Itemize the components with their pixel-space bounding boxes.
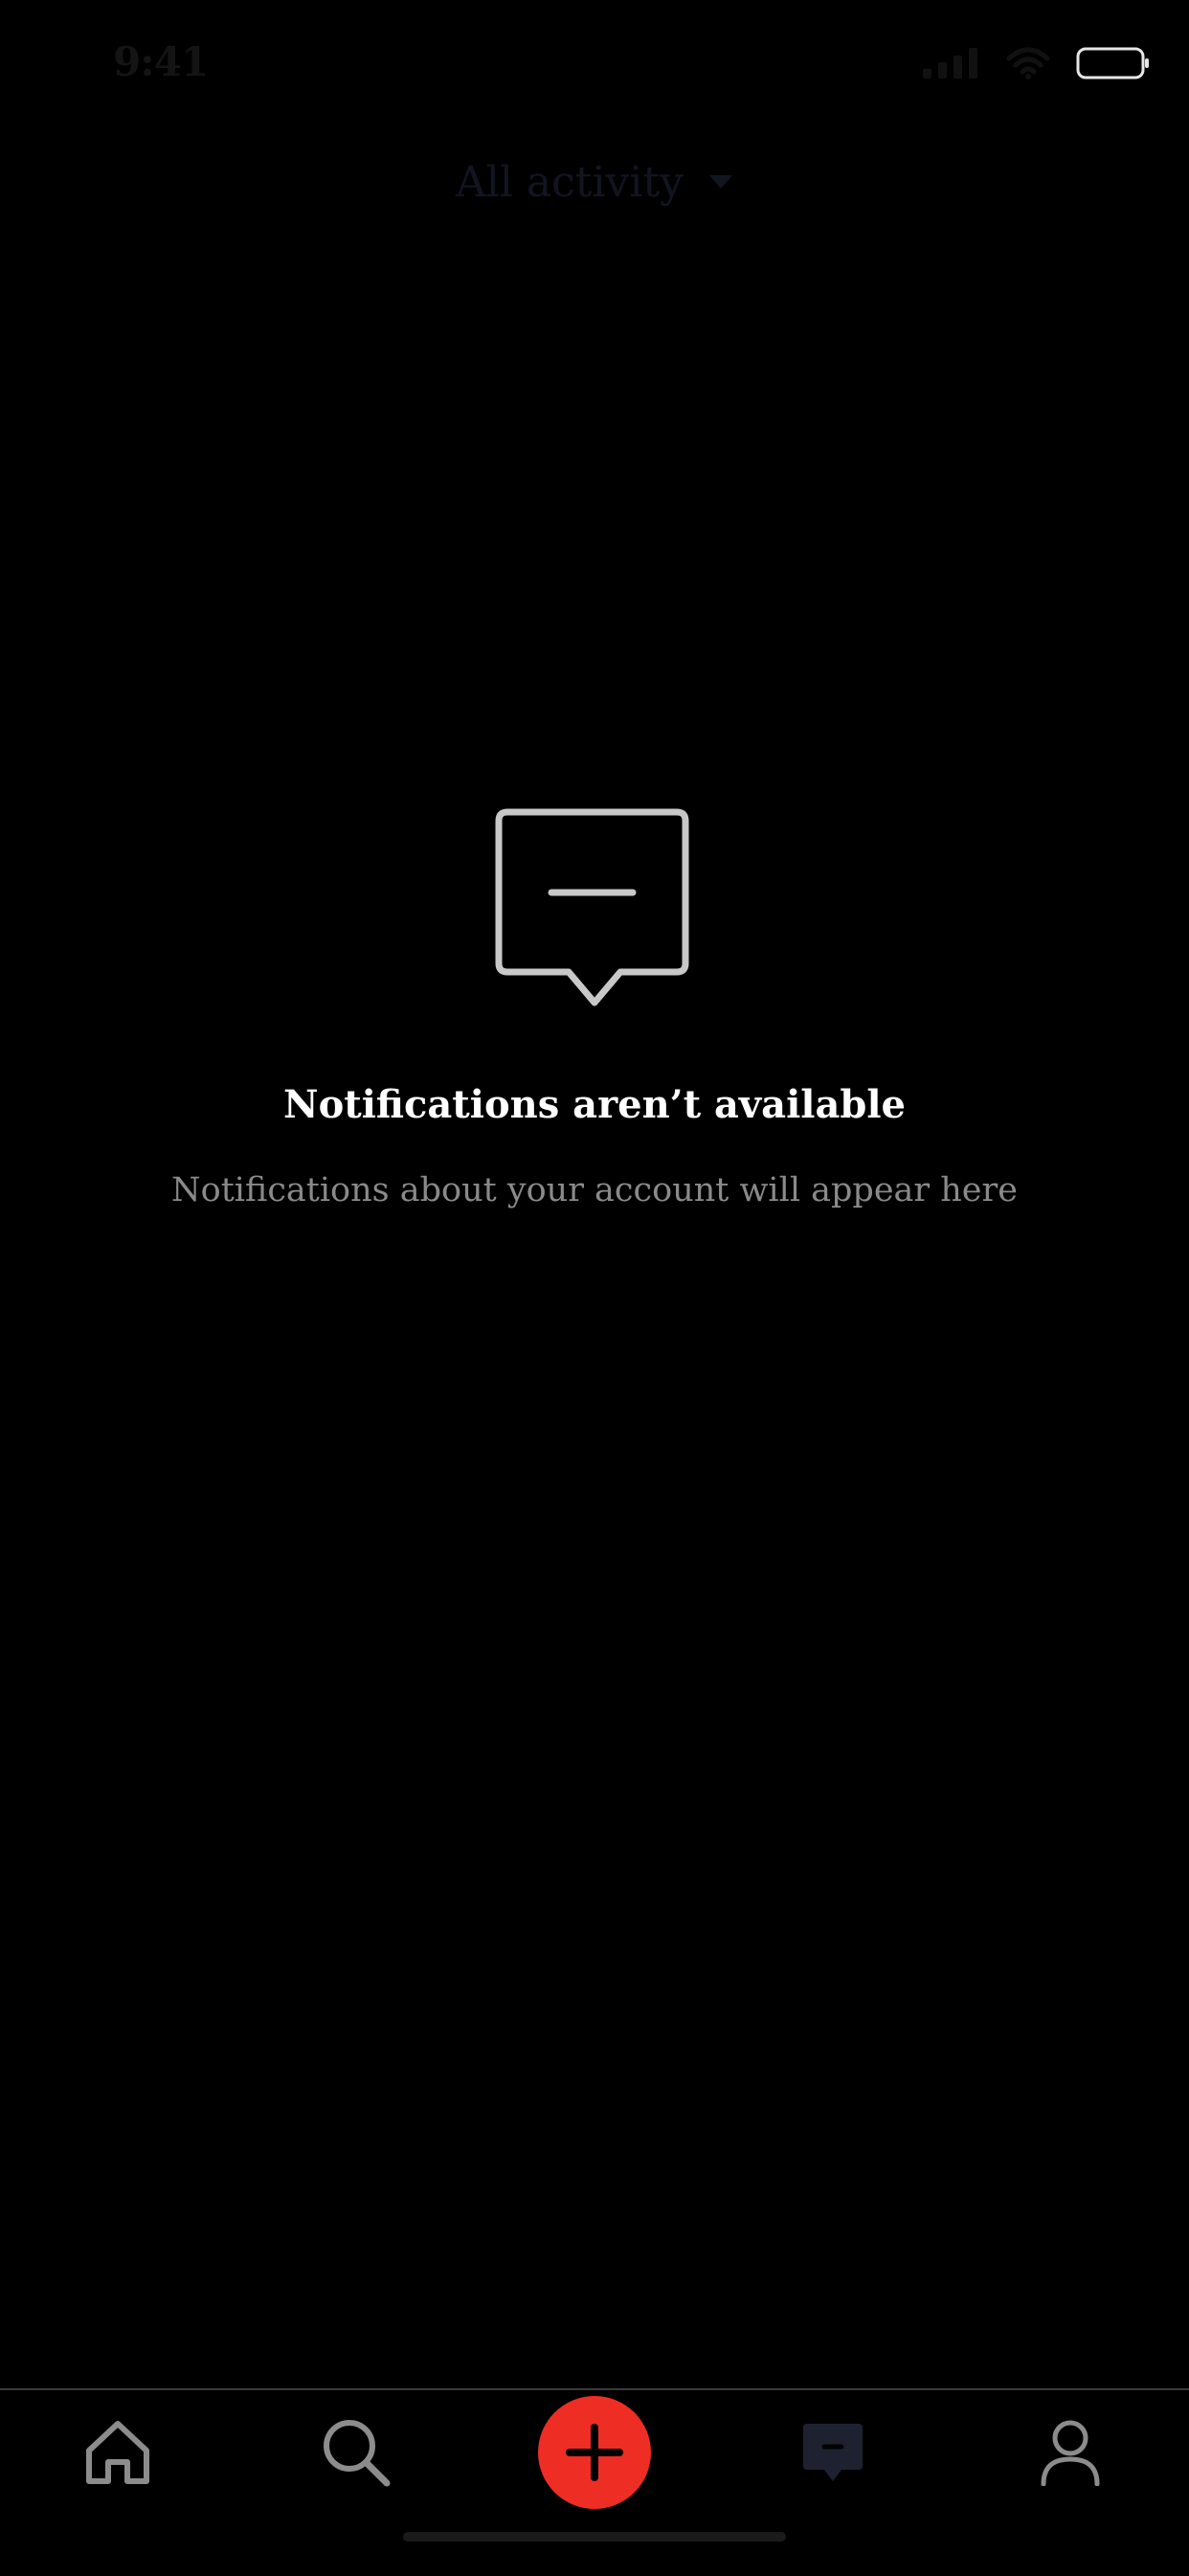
empty-state-subtitle: Notifications about your account will ap…	[171, 1171, 1018, 1209]
search-icon	[324, 2420, 391, 2487]
activity-filter-dropdown[interactable]: All activity	[456, 158, 733, 207]
battery-icon	[1076, 47, 1149, 79]
empty-state-title: Notifications aren’t available	[283, 1082, 906, 1127]
tab-home[interactable]	[60, 2390, 175, 2515]
status-time: 9:41	[113, 38, 209, 85]
home-indicator	[403, 2532, 786, 2542]
caret-down-icon	[709, 175, 732, 189]
message-bubble-icon	[495, 808, 689, 1006]
status-bar: 9:41	[0, 0, 1189, 134]
person-icon	[1041, 2420, 1100, 2486]
header: All activity	[0, 144, 1189, 220]
wifi-icon	[1006, 47, 1050, 79]
tab-search[interactable]	[299, 2390, 414, 2515]
tab-bar	[0, 2388, 1189, 2576]
tab-profile[interactable]	[1013, 2390, 1128, 2515]
message-icon	[803, 2424, 863, 2481]
cellular-signal-icon	[923, 48, 977, 79]
tab-notifications[interactable]	[775, 2390, 890, 2515]
empty-state: Notifications aren’t available Notificat…	[0, 804, 1189, 1209]
header-title: All activity	[455, 157, 684, 207]
status-icons	[923, 44, 1151, 82]
plus-icon	[566, 2424, 623, 2481]
tab-create[interactable]	[538, 2396, 651, 2509]
home-icon	[86, 2421, 149, 2484]
